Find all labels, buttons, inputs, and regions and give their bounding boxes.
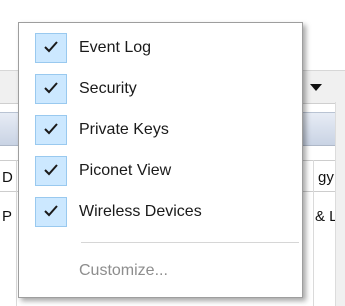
checkmark-icon (35, 74, 67, 104)
dropdown-arrow-icon (310, 84, 322, 91)
menu-item-wireless-devices[interactable]: Wireless Devices (19, 193, 302, 233)
background-scrollbar[interactable] (335, 102, 345, 306)
checkmark-icon (35, 197, 67, 227)
view-context-menu: Event Log Security Private Keys Piconet … (18, 22, 303, 298)
menu-item-piconet-view[interactable]: Piconet View (19, 152, 302, 192)
row-text-left: P (2, 208, 13, 225)
menu-item-event-log[interactable]: Event Log (19, 29, 302, 69)
column-divider (16, 160, 17, 306)
menu-item-security[interactable]: Security (19, 70, 302, 110)
menu-item-label: Piconet View (79, 162, 172, 179)
checkmark-icon (35, 156, 67, 186)
background-dropdown-button[interactable] (300, 76, 329, 98)
customize-label: Customize... (79, 262, 168, 279)
menu-item-customize[interactable]: Customize... (19, 252, 302, 292)
checkmark-icon (35, 33, 67, 63)
column-divider (313, 160, 314, 306)
column-header-right: gy (318, 169, 334, 186)
menu-item-label: Private Keys (79, 121, 169, 138)
column-header-left: D (2, 169, 13, 186)
menu-item-label: Event Log (79, 39, 152, 56)
menu-item-label: Wireless Devices (79, 203, 202, 220)
menu-separator (81, 242, 299, 243)
checkmark-icon (35, 115, 67, 145)
menu-item-private-keys[interactable]: Private Keys (19, 111, 302, 151)
menu-item-label: Security (79, 80, 137, 97)
